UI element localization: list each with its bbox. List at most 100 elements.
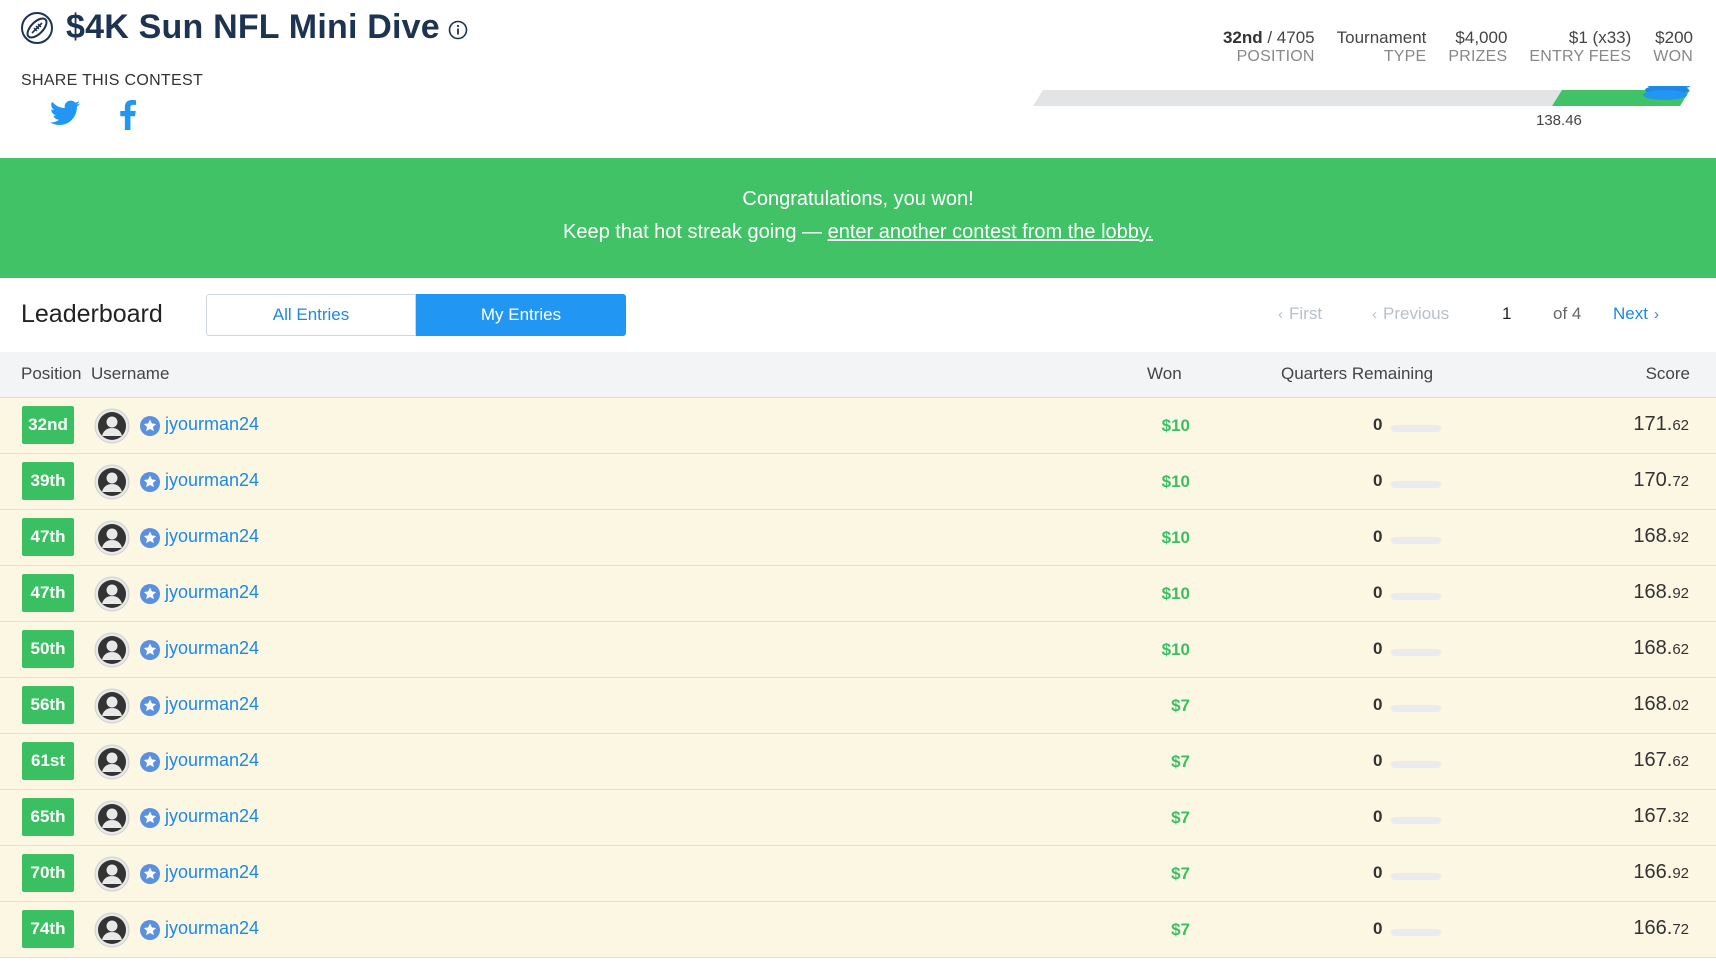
position-badge: 47th xyxy=(22,574,74,612)
col-won[interactable]: Won xyxy=(1147,364,1182,384)
avatar-icon[interactable] xyxy=(94,520,130,556)
tab-all-entries[interactable]: All Entries xyxy=(206,294,416,336)
score-decimal: 72 xyxy=(1672,473,1689,490)
score-integer: 167. xyxy=(1633,749,1673,771)
won-amount: $10 xyxy=(1161,472,1190,491)
avatar-icon[interactable] xyxy=(94,632,130,668)
stat-won: $200 WON xyxy=(1653,28,1693,66)
username-link[interactable]: jyourman24 xyxy=(165,582,259,603)
username-link[interactable]: jyourman24 xyxy=(165,414,259,435)
info-icon[interactable] xyxy=(448,20,468,40)
avatar-icon[interactable] xyxy=(94,576,130,612)
type-value: Tournament xyxy=(1336,28,1427,47)
score-integer: 171. xyxy=(1633,413,1673,435)
pager-current-page[interactable]: 1 xyxy=(1502,304,1511,324)
banner-message-text: Keep that hot streak going — xyxy=(563,221,828,243)
username-link[interactable]: jyourman24 xyxy=(165,806,259,827)
won-amount: $7 xyxy=(1171,696,1190,715)
position-value: 32nd xyxy=(1222,28,1263,47)
table-row[interactable]: 65th jyourman24 $7 0 167.32 xyxy=(0,790,1716,846)
star-badge-icon xyxy=(140,752,160,772)
score-integer: 168. xyxy=(1633,693,1673,715)
avatar-icon[interactable] xyxy=(94,912,130,948)
avatar-icon[interactable] xyxy=(94,744,130,780)
username-link[interactable]: jyourman24 xyxy=(165,918,259,939)
col-position[interactable]: Position xyxy=(21,364,81,384)
avatar-icon[interactable] xyxy=(94,856,130,892)
username-link[interactable]: jyourman24 xyxy=(165,470,259,491)
stat-prizes: $4,000 PRIZES xyxy=(1448,28,1507,66)
table-row[interactable]: 74th jyourman24 $7 0 166.72 xyxy=(0,902,1716,958)
pager-total-pages: of 4 xyxy=(1553,304,1582,323)
quarters-remaining: 0 xyxy=(1373,415,1383,434)
position-badge: 50th xyxy=(22,630,74,668)
banner-message: Keep that hot streak going — enter anoth… xyxy=(0,221,1716,244)
avatar-icon[interactable] xyxy=(94,688,130,724)
table-row[interactable]: 47th jyourman24 $10 0 168.92 xyxy=(0,510,1716,566)
avatar-icon[interactable] xyxy=(94,464,130,500)
won-amount: $10 xyxy=(1161,584,1190,603)
tab-my-entries[interactable]: My Entries xyxy=(416,294,626,336)
entry-label: ENTRY FEES xyxy=(1529,48,1632,65)
score-integer: 166. xyxy=(1633,917,1673,939)
leaderboard-toolbar: Leaderboard All Entries My Entries ‹ Firs… xyxy=(0,278,1716,352)
facebook-icon[interactable] xyxy=(118,100,138,130)
pager-next[interactable]: Next › xyxy=(1613,304,1659,324)
position-badge: 39th xyxy=(22,462,74,500)
star-badge-icon xyxy=(140,584,160,604)
contest-header: $4K Sun NFL Mini Dive SHARE THIS CONTEST… xyxy=(0,0,1716,158)
star-badge-icon xyxy=(140,864,160,884)
score-integer: 170. xyxy=(1633,469,1673,491)
table-row[interactable]: 39th jyourman24 $10 0 170.72 xyxy=(0,454,1716,510)
position-badge: 61st xyxy=(22,742,74,780)
username-link[interactable]: jyourman24 xyxy=(165,694,259,715)
table-row[interactable]: 61st jyourman24 $7 0 167.62 xyxy=(0,734,1716,790)
type-label: TYPE xyxy=(1383,48,1427,65)
score-value: 166.72 xyxy=(1633,917,1689,940)
pager-previous-label: Previous xyxy=(1383,304,1450,323)
quarters-remaining: 0 xyxy=(1373,695,1383,714)
won-amount: $7 xyxy=(1171,920,1190,939)
quarters-progress-bar xyxy=(1391,649,1441,656)
score-decimal: 32 xyxy=(1672,809,1689,826)
won-value: $200 xyxy=(1655,28,1693,47)
quarters-progress-bar xyxy=(1391,705,1441,712)
username-link[interactable]: jyourman24 xyxy=(165,526,259,547)
avatar-icon[interactable] xyxy=(94,800,130,836)
score-integer: 168. xyxy=(1633,581,1673,603)
score-value: 167.62 xyxy=(1633,749,1689,772)
won-amount: $10 xyxy=(1161,640,1190,659)
twitter-icon[interactable] xyxy=(50,100,80,126)
lobby-link[interactable]: enter another contest from the lobby. xyxy=(828,221,1153,243)
contest-stats: 32nd / 4705 POSITION Tournament TYPE $4,… xyxy=(1223,28,1693,66)
table-row[interactable]: 32nd jyourman24 $10 0 171.62 xyxy=(0,398,1716,454)
quarters-progress-bar xyxy=(1391,929,1441,936)
col-score[interactable]: Score xyxy=(1646,364,1690,384)
share-label: SHARE THIS CONTEST xyxy=(21,72,204,89)
username-link[interactable]: jyourman24 xyxy=(165,638,259,659)
score-integer: 168. xyxy=(1633,525,1673,547)
won-amount: $7 xyxy=(1171,752,1190,771)
won-amount: $7 xyxy=(1171,864,1190,883)
username-link[interactable]: jyourman24 xyxy=(165,862,259,883)
entry-value: $1 (x33) xyxy=(1568,28,1632,47)
avatar-icon[interactable] xyxy=(94,408,130,444)
table-row[interactable]: 50th jyourman24 $10 0 168.62 xyxy=(0,622,1716,678)
col-username[interactable]: Username xyxy=(91,364,169,384)
pager-first[interactable]: ‹ First xyxy=(1278,304,1322,324)
page-title: $4K Sun NFL Mini Dive xyxy=(66,8,440,46)
table-row[interactable]: 70th jyourman24 $7 0 166.92 xyxy=(0,846,1716,902)
position-badge: 56th xyxy=(22,686,74,724)
table-row[interactable]: 47th jyourman24 $10 0 168.92 xyxy=(0,566,1716,622)
pager-previous[interactable]: ‹ Previous xyxy=(1372,304,1449,324)
chevron-left-icon: ‹ xyxy=(1278,306,1283,323)
table-row[interactable]: 56th jyourman24 $7 0 168.02 xyxy=(0,678,1716,734)
username-link[interactable]: jyourman24 xyxy=(165,750,259,771)
position-badge: 65th xyxy=(22,798,74,836)
col-quarters-remaining[interactable]: Quarters Remaining xyxy=(1281,364,1433,384)
score-decimal: 92 xyxy=(1672,585,1689,602)
chevron-left-icon: ‹ xyxy=(1372,306,1377,323)
football-icon xyxy=(21,11,53,44)
entries-tabs: All Entries My Entries xyxy=(206,294,626,336)
star-badge-icon xyxy=(140,696,160,716)
